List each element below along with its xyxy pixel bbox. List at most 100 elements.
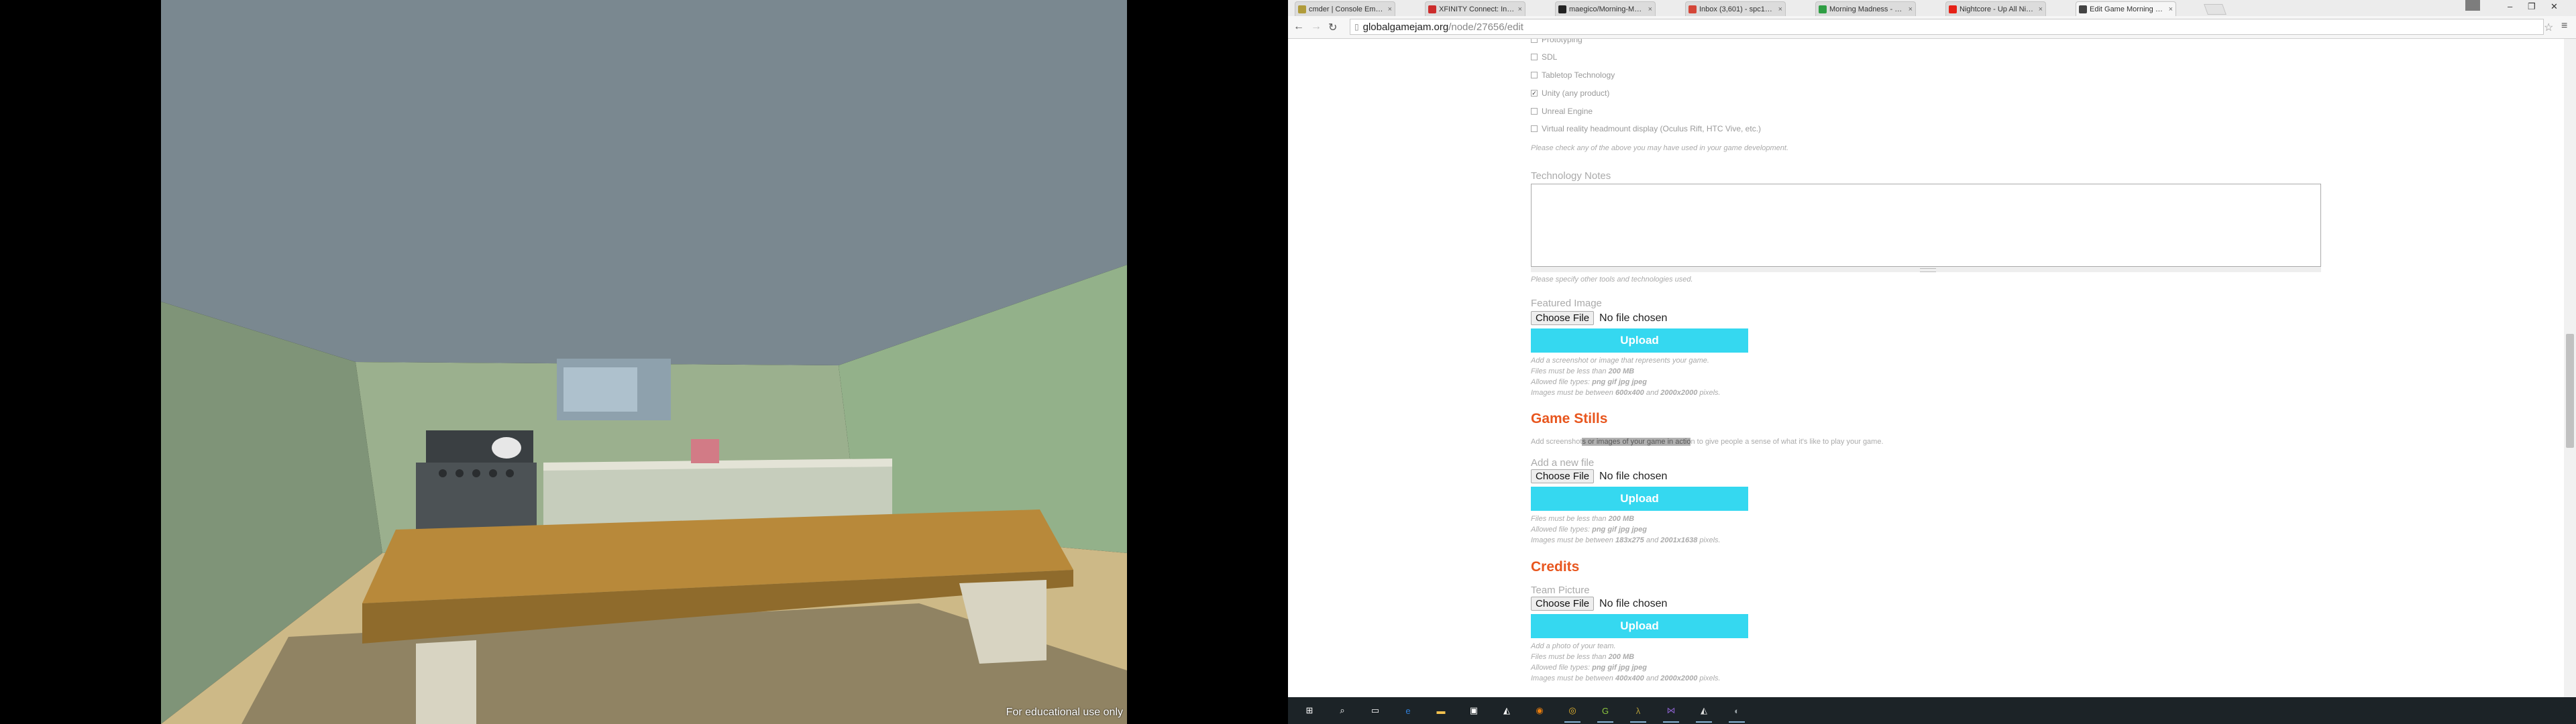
file-explorer-icon[interactable]: ▬ xyxy=(1433,703,1449,719)
windows-taskbar: ⊞ ⌕ ▭ e ▬ ▣ ◭ ◉ ◎ Gλ ⋈ ◭ ◐ xyxy=(1288,697,2576,724)
tab-title: Morning Madness - Goog... xyxy=(1829,5,1906,13)
choose-file-button[interactable]: Choose File xyxy=(1531,311,1595,325)
blender-icon[interactable]: ◉ xyxy=(1532,703,1548,719)
game-view[interactable]: For educational use only xyxy=(161,0,1127,724)
close-window-button[interactable]: ✕ xyxy=(2551,1,2558,12)
close-tab-icon[interactable]: × xyxy=(1778,5,1782,13)
close-tab-icon[interactable]: × xyxy=(2039,5,2043,13)
xfinity-icon xyxy=(1428,5,1436,13)
checkbox-label: Tabletop Technology xyxy=(1542,70,1615,80)
tab-strip: cmder | Console Emulator×XFINITY Connect… xyxy=(1288,0,2576,16)
browser-tab[interactable]: Morning Madness - Goog...× xyxy=(1815,1,1916,16)
featured-help-2: Files must be less than 200 MB xyxy=(1531,367,1635,375)
task-view-icon[interactable]: ▭ xyxy=(1367,703,1383,719)
checkbox-sdl[interactable]: SDL xyxy=(1531,52,1557,62)
console-icon xyxy=(1298,5,1306,13)
chrome-window: cmder | Console Emulator×XFINITY Connect… xyxy=(1288,0,2576,697)
tab-title: Edit Game Morning Madr... xyxy=(2090,5,2166,13)
url-host: globalgamejam.org xyxy=(1362,21,1449,33)
checkbox-unreal[interactable]: Unreal Engine xyxy=(1531,107,1593,116)
store-icon[interactable]: ▣ xyxy=(1466,703,1482,719)
stills-upload-button[interactable]: Upload xyxy=(1531,487,1748,511)
github-icon xyxy=(1558,5,1566,13)
browser-tab[interactable]: maegico/Morning-Madn... × xyxy=(1555,1,1656,16)
checkbox-unity[interactable]: ✓ Unity (any product) xyxy=(1531,88,1609,98)
checkbox[interactable] xyxy=(1531,72,1538,78)
profile-button[interactable] xyxy=(2465,0,2480,11)
search-icon[interactable]: ⌕ xyxy=(1334,703,1350,719)
new-tab-button[interactable] xyxy=(2204,4,2226,15)
team-file-picker[interactable]: Choose File No file chosen xyxy=(1531,597,1667,611)
checkbox-prototyping[interactable]: Prototyping xyxy=(1531,39,1582,44)
featured-file-picker[interactable]: Choose File No file chosen xyxy=(1531,311,1667,325)
stills-help-2: Allowed file types: png gif jpg jpeg xyxy=(1531,526,1647,534)
checkbox[interactable] xyxy=(1531,108,1538,115)
bookmark-star-icon[interactable]: ☆ xyxy=(2544,21,2553,34)
back-icon[interactable]: ← xyxy=(1293,21,1304,33)
url-path: /node/27656/edit xyxy=(1448,21,1523,33)
featured-help-1: Add a screenshot or image that represent… xyxy=(1531,357,1709,365)
cmder-icon[interactable]: λ xyxy=(1630,703,1646,723)
tab-title: maegico/Morning-Madn... xyxy=(1569,5,1646,13)
page-icon: ▯ xyxy=(1354,22,1359,32)
stills-file-picker[interactable]: Choose File No file chosen xyxy=(1531,469,1667,483)
minimize-button[interactable]: – xyxy=(2508,1,2512,11)
start-icon[interactable]: ⊞ xyxy=(1301,703,1318,719)
team-help-1: Add a photo of your team. xyxy=(1531,642,1616,650)
choose-file-button[interactable]: Choose File xyxy=(1531,597,1595,611)
checkbox-vr[interactable]: Virtual reality headmount display (Oculu… xyxy=(1531,124,1761,133)
unity-editor-icon[interactable]: ◭ xyxy=(1696,703,1712,723)
featured-help-3: Allowed file types: png gif jpg jpeg xyxy=(1531,378,1647,386)
page-scrollbar[interactable] xyxy=(2564,39,2576,697)
textarea-resize-grip[interactable] xyxy=(1531,267,2321,272)
stills-help-1: Files must be less than 200 MB xyxy=(1531,515,1635,523)
unity-icon[interactable]: ◭ xyxy=(1499,703,1515,719)
checkbox[interactable] xyxy=(1531,125,1538,132)
featured-help-4: Images must be between 600x400 and 2000x… xyxy=(1531,389,1721,397)
gamemaker-icon[interactable]: G xyxy=(1597,703,1613,723)
maximize-button[interactable]: ❐ xyxy=(2528,1,2536,12)
page-viewport: Prototyping SDL Tabletop Technology ✓ Uni… xyxy=(1288,39,2564,697)
table-leg-left xyxy=(416,640,476,724)
team-help-2: Files must be less than 200 MB xyxy=(1531,653,1635,661)
scrollbar-thumb[interactable] xyxy=(2566,334,2574,448)
edge-icon[interactable]: e xyxy=(1400,703,1416,719)
no-file-text: No file chosen xyxy=(1599,470,1668,482)
featured-image-label: Featured Image xyxy=(1531,298,1602,309)
educational-watermark: For educational use only xyxy=(1006,707,1123,718)
close-tab-icon[interactable]: × xyxy=(2169,5,2173,13)
stills-help-3: Images must be between 183x275 and 2001x… xyxy=(1531,536,1721,544)
close-tab-icon[interactable]: × xyxy=(1648,5,1652,13)
team-help-4: Images must be between 400x400 and 2000x… xyxy=(1531,674,1721,682)
browser-tab[interactable]: Edit Game Morning Madr...× xyxy=(2076,1,2176,16)
close-tab-icon[interactable]: × xyxy=(1909,5,1913,13)
visual-studio-icon[interactable]: ⋈ xyxy=(1663,703,1679,723)
gimp-icon[interactable]: ◐ xyxy=(1729,703,1745,723)
browser-tab[interactable]: Inbox (3,601) - spc1802@...× xyxy=(1685,1,1786,16)
close-tab-icon[interactable]: × xyxy=(1518,5,1522,13)
checkbox-tabletop[interactable]: Tabletop Technology xyxy=(1531,70,1615,80)
credits-heading: Credits xyxy=(1531,559,1580,575)
add-new-file-label: Add a new file xyxy=(1531,457,1595,469)
forward-icon[interactable]: → xyxy=(1311,21,1322,33)
address-bar[interactable]: ▯ globalgamejam.org/node/27656/edit xyxy=(1350,19,2544,35)
close-tab-icon[interactable]: × xyxy=(1388,5,1392,13)
browser-tab[interactable]: Nightcore - Up All Night × xyxy=(1945,1,2046,16)
chrome-icon[interactable]: ◎ xyxy=(1564,703,1580,723)
tech-notes-textarea[interactable] xyxy=(1531,184,2321,267)
browser-tab[interactable]: XFINITY Connect: Inbox (1...× xyxy=(1425,1,1525,16)
no-file-text: No file chosen xyxy=(1599,597,1668,609)
choose-file-button[interactable]: Choose File xyxy=(1531,469,1595,483)
team-upload-button[interactable]: Upload xyxy=(1531,614,1748,638)
team-picture-label: Team Picture xyxy=(1531,585,1590,596)
chrome-menu-icon[interactable]: ≡ xyxy=(2561,20,2567,32)
kitchen-scene xyxy=(161,0,1127,724)
checkbox[interactable] xyxy=(1531,54,1538,60)
reload-icon[interactable]: ↻ xyxy=(1328,21,1337,34)
tab-title: cmder | Console Emulator xyxy=(1309,5,1385,13)
game-stills-heading: Game Stills xyxy=(1531,411,1608,426)
featured-upload-button[interactable]: Upload xyxy=(1531,328,1748,353)
browser-tab[interactable]: cmder | Console Emulator× xyxy=(1295,1,1395,16)
checkbox-checked[interactable]: ✓ xyxy=(1531,90,1538,97)
checkbox[interactable] xyxy=(1531,39,1538,43)
